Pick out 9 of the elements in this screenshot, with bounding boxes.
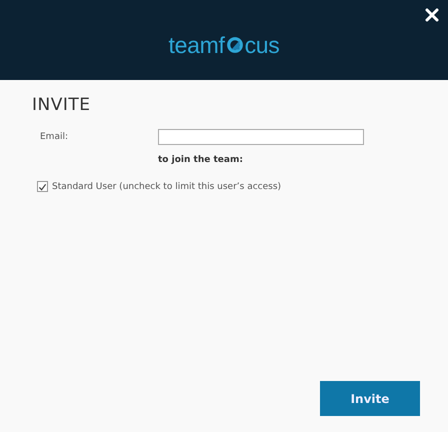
checkbox[interactable] (37, 181, 48, 192)
email-field[interactable] (158, 129, 364, 145)
close-icon[interactable] (425, 8, 439, 22)
logo: teamf cus (168, 30, 280, 58)
page-title: INVITE (32, 95, 92, 115)
invite-button[interactable]: Invite (320, 381, 420, 416)
email-label: Email: (40, 132, 70, 142)
checkbox-label: Standard User (uncheck to limit this user’s access) (52, 182, 282, 192)
team-note: to join the team: (158, 155, 244, 165)
